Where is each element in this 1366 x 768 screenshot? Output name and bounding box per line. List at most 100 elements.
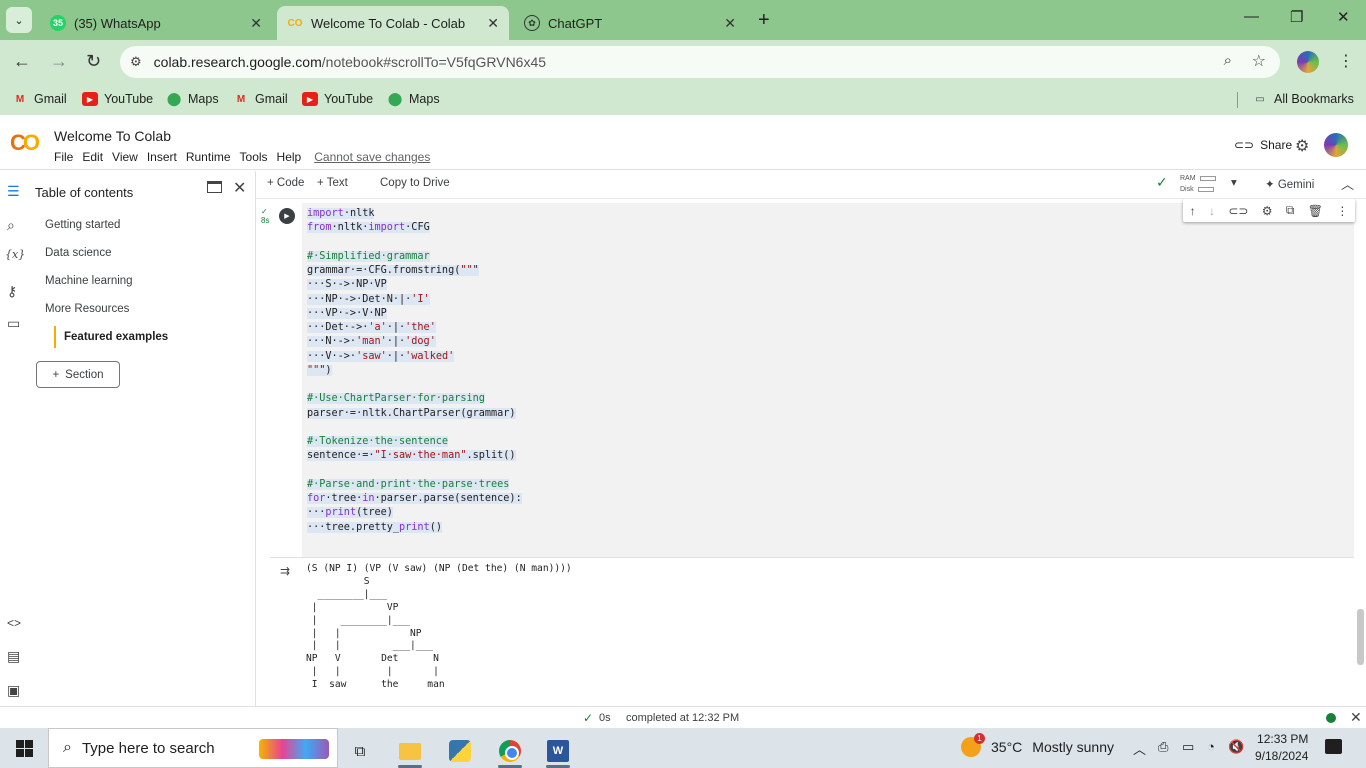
all-bookmarks[interactable]: ▭ All Bookmarks [1252, 92, 1354, 106]
link-icon[interactable]: ⊂⊃ [1228, 204, 1248, 218]
zoom-icon[interactable]: ⌕ [1224, 52, 1232, 69]
more-icon[interactable]: ⋮ [1336, 204, 1348, 218]
mirror-cell-icon[interactable]: ⧉ [1286, 203, 1295, 218]
gear-icon[interactable]: ⚙ [1262, 204, 1273, 218]
meet-now-icon[interactable]: ⎙ [1158, 739, 1168, 755]
youtube-icon: ▶ [302, 92, 318, 106]
add-text-button[interactable]: + Text [317, 177, 348, 189]
gemini-button[interactable]: ✦ Gemini [1265, 177, 1314, 191]
chatgpt-icon: ✿ [524, 15, 540, 31]
close-icon[interactable]: ✕ [250, 15, 262, 32]
toc-item-featured-examples[interactable]: Featured examples [54, 326, 168, 348]
menu-view[interactable]: View [112, 150, 138, 164]
volume-muted-icon[interactable]: 🔇 [1228, 739, 1244, 755]
move-down-icon[interactable]: ↓ [1209, 204, 1215, 218]
taskbar-search[interactable]: ⌕ Type here to search [48, 728, 338, 768]
command-palette-icon[interactable]: ▤ [7, 648, 20, 665]
status-completed[interactable]: completed at 12:32 PM [626, 712, 739, 724]
menu-help[interactable]: Help [277, 150, 302, 164]
profile-avatar[interactable] [1297, 51, 1319, 73]
bookmark-star-icon[interactable]: ☆ [1252, 51, 1266, 71]
maps-icon: ⬤ [387, 91, 403, 106]
bookmark-gmail[interactable]: M Gmail [12, 92, 67, 106]
colab-logo[interactable]: CO [10, 130, 40, 156]
add-section-button[interactable]: + Section [36, 361, 120, 388]
toc-item-data-science[interactable]: Data science [45, 247, 111, 259]
menu-runtime[interactable]: Runtime [186, 150, 231, 164]
code-snippets-icon[interactable]: <> [7, 616, 21, 630]
minimize-button[interactable]: — [1244, 8, 1259, 25]
windows-start-icon[interactable] [16, 740, 33, 757]
menu-file[interactable]: File [54, 150, 73, 164]
menu-insert[interactable]: Insert [147, 150, 177, 164]
weather-widget[interactable]: 1 35°C Mostly sunny [961, 733, 1114, 757]
toc-icon[interactable]: ☰ [7, 183, 20, 200]
variables-icon[interactable]: {x} [5, 248, 25, 261]
python-icon[interactable] [440, 734, 480, 768]
close-window-button[interactable]: ✕ [1337, 8, 1350, 26]
toc-item-more-resources[interactable]: More Resources [45, 303, 129, 315]
run-cell-button[interactable]: ▶ [279, 208, 295, 224]
bookmark-maps[interactable]: ⬤ Maps [387, 91, 440, 106]
task-view-icon[interactable]: ⧉ [340, 734, 380, 768]
forward-button[interactable]: → [50, 51, 68, 72]
status-bar: ✓ 0s completed at 12:32 PM ✕ [0, 706, 1366, 728]
chevron-up-icon[interactable]: ︿ [1341, 174, 1354, 193]
new-tab-button[interactable]: + [758, 9, 770, 32]
close-icon[interactable]: ✕ [233, 178, 246, 198]
bookmark-maps[interactable]: ⬤ Maps [166, 91, 219, 106]
cannot-save-link[interactable]: Cannot save changes [314, 150, 430, 164]
copy-to-drive-button[interactable]: Copy to Drive [380, 177, 450, 189]
tab-chatgpt[interactable]: ✿ ChatGPT ✕ [514, 6, 746, 40]
back-button[interactable]: ← [13, 51, 31, 72]
open-in-tab-icon[interactable] [207, 181, 222, 193]
exec-status: ✓ 8s [261, 207, 270, 225]
code-editor[interactable]: import·nltk from·nltk·import·CFG #·Simplif… [307, 207, 522, 535]
account-avatar[interactable] [1324, 133, 1348, 157]
file-explorer-icon[interactable] [390, 734, 430, 768]
share-button[interactable]: ⊂⊃ Share [1234, 138, 1292, 152]
tab-colab[interactable]: CO Welcome To Colab - Colab ✕ [277, 6, 509, 40]
toc-heading: Table of contents [35, 185, 134, 200]
site-info-icon[interactable]: ⚙ [130, 54, 142, 70]
close-icon[interactable]: ✕ [487, 15, 499, 32]
settings-gear-icon[interactable]: ⚙ [1295, 136, 1309, 156]
add-code-button[interactable]: + Code [267, 177, 304, 189]
code-line: for·tree·in·parser.parse(sentence): [307, 493, 522, 504]
files-folder-icon[interactable]: ▭ [7, 315, 20, 332]
close-icon[interactable]: ✕ [724, 15, 736, 32]
output-actions-icon[interactable]: ⇉ [280, 564, 290, 578]
secrets-key-icon[interactable]: ⚷ [7, 283, 17, 300]
word-icon[interactable]: W [538, 734, 578, 768]
notebook-title[interactable]: Welcome To Colab [54, 128, 171, 144]
delete-icon[interactable]: 🗑 [1308, 204, 1323, 218]
wifi-icon[interactable]: ◔ [1207, 739, 1215, 754]
toc-item-getting-started[interactable]: Getting started [45, 219, 120, 231]
search-icon[interactable]: ⌕ [7, 217, 15, 234]
address-bar[interactable]: ⚙ colab.research.google.com/notebook#scr… [120, 46, 1280, 78]
battery-icon[interactable]: ▭ [1182, 739, 1194, 755]
reload-button[interactable]: ↻ [86, 51, 101, 72]
resource-indicator[interactable]: RAM Disk [1180, 173, 1216, 195]
menu-tools[interactable]: Tools [240, 150, 268, 164]
chevron-down-icon[interactable]: ▾ [1231, 175, 1237, 189]
notification-icon[interactable] [1325, 739, 1342, 754]
terminal-icon[interactable]: ▣ [7, 682, 20, 699]
code-cell[interactable]: import·nltk from·nltk·import·CFG #·Simplif… [302, 203, 1354, 557]
tab-search-button[interactable]: ⌄ [6, 7, 32, 33]
browser-menu-icon[interactable]: ⋮ [1338, 51, 1354, 71]
menu-edit[interactable]: Edit [82, 150, 103, 164]
chevron-up-icon[interactable]: ︿ [1133, 739, 1146, 758]
taskbar-clock[interactable]: 12:33 PM 9/18/2024 [1255, 731, 1308, 765]
scrollbar[interactable] [1357, 609, 1364, 665]
close-icon[interactable]: ✕ [1350, 709, 1362, 726]
restore-button[interactable]: ❐ [1290, 8, 1303, 26]
bookmark-youtube[interactable]: ▶ YouTube [82, 92, 153, 106]
chrome-icon[interactable] [490, 734, 530, 768]
move-up-icon[interactable]: ↑ [1190, 204, 1196, 218]
output-line: | | | | [306, 666, 439, 678]
bookmark-youtube[interactable]: ▶ YouTube [302, 92, 373, 106]
tab-whatsapp[interactable]: 35 (35) WhatsApp ✕ [40, 6, 272, 40]
toc-item-machine-learning[interactable]: Machine learning [45, 275, 133, 287]
bookmark-gmail[interactable]: M Gmail [233, 92, 288, 106]
